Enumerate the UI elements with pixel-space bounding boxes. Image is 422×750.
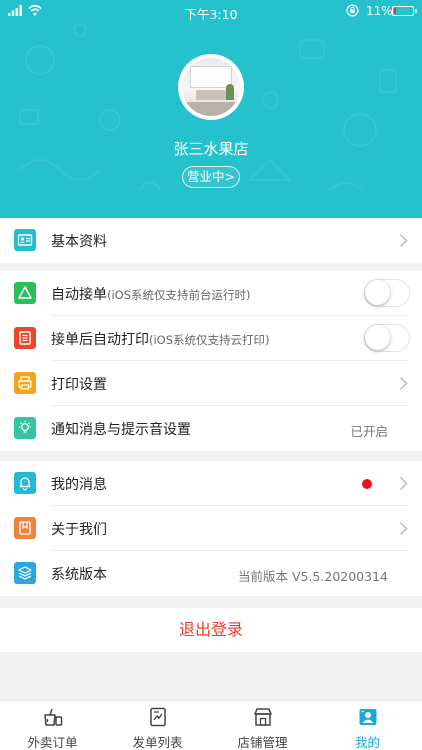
system-version-row: 系统版本 当前版本 V5.5.20200314 [0,551,422,596]
status-bar: 下午3:10 11% [0,0,422,22]
print-settings-row[interactable]: 打印设置 [0,361,422,406]
unread-dot [362,479,372,489]
auto-accept-row: 自动接单(iOS系统仅支持前台运行时) [0,271,422,316]
basic-info-label: 基本资料 [51,234,107,250]
bookmark-icon [14,517,36,539]
printer-icon [14,372,36,394]
business-status-badge[interactable]: 营业中> [182,166,240,188]
auto-accept-note: (iOS系统仅支持前台运行时) [107,288,251,302]
settings-group-info: 我的消息 关于我们 系统版本 当前版本 V5.5.20200314 [0,461,422,596]
takeout-icon [44,708,63,726]
profile-header: 下午3:10 11% 张三水果店 营业中> [0,0,422,218]
tab-label: 我的 [354,735,380,750]
bottom-tab-bar: 外卖订单 发单列表 店铺管理 我的 [0,700,422,750]
rotation-lock-icon [346,4,359,17]
layers-icon [14,562,36,584]
basic-info-row[interactable]: 基本资料 [0,218,422,263]
system-version-label: 系统版本 [51,567,107,583]
auto-print-note: (iOS系统仅支持云打印) [149,333,270,347]
about-us-label: 关于我们 [51,522,107,538]
store-icon [254,708,272,726]
avatar-image [182,58,240,116]
profile-icon [359,709,377,725]
battery-icon [392,6,417,16]
auto-print-toggle[interactable] [364,324,410,352]
lightbulb-icon [14,417,36,439]
list-icon [150,707,166,727]
auto-print-label: 接单后自动打印(iOS系统仅支持云打印) [51,332,270,348]
chevron-right-icon [399,376,408,391]
about-us-row[interactable]: 关于我们 [0,506,422,551]
avatar[interactable] [178,54,244,120]
id-card-icon [14,229,36,251]
chevron-right-icon [399,233,408,248]
auto-accept-icon [14,282,36,304]
system-version-value: 当前版本 V5.5.20200314 [237,569,388,584]
auto-accept-toggle[interactable] [364,279,410,307]
tab-mine[interactable]: 我的 [315,701,420,750]
tab-label: 店铺管理 [237,735,288,750]
settings-group-orders: 自动接单(iOS系统仅支持前台运行时) 接单后自动打印(iOS系统仅支持云打印)… [0,271,422,451]
tab-dispatch-list[interactable]: 发单列表 [105,701,210,750]
shop-name: 张三水果店 [173,140,249,158]
battery-percent: 11% [366,4,393,18]
print-settings-label: 打印设置 [51,377,107,393]
logout-button[interactable]: 退出登录 [0,608,422,652]
receipt-icon [14,327,36,349]
chevron-right-icon [399,476,408,491]
notification-status: 已开启 [350,424,388,439]
tab-takeout-orders[interactable]: 外卖订单 [0,701,105,750]
tab-label: 发单列表 [132,735,183,750]
settings-group-basic: 基本资料 [0,218,422,263]
my-messages-row[interactable]: 我的消息 [0,461,422,506]
chevron-right-icon [399,521,408,536]
notification-settings-row[interactable]: 通知消息与提示音设置 已开启 [0,406,422,451]
bell-icon [14,472,36,494]
tab-label: 外卖订单 [27,735,78,750]
tab-store-management[interactable]: 店铺管理 [210,701,315,750]
my-messages-label: 我的消息 [51,477,107,493]
auto-print-row: 接单后自动打印(iOS系统仅支持云打印) [0,316,422,361]
auto-accept-label: 自动接单(iOS系统仅支持前台运行时) [51,287,251,303]
notification-settings-label: 通知消息与提示音设置 [51,422,191,438]
